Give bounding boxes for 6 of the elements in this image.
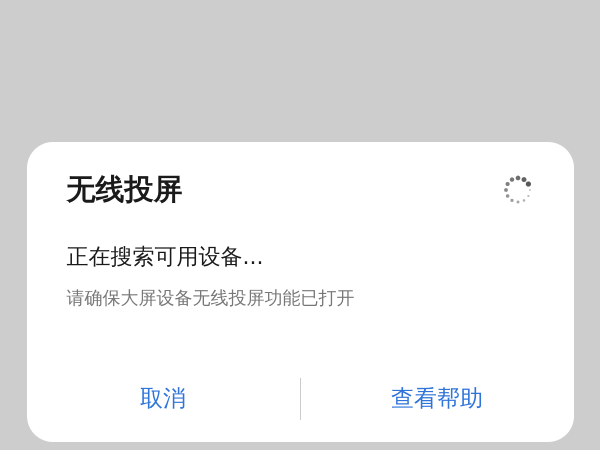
cancel-button[interactable]: 取消 [26, 369, 300, 428]
hint-text: 请确保大屏设备无线投屏功能已打开 [66, 287, 356, 310]
help-button[interactable]: 查看帮助 [300, 369, 574, 428]
loading-spinner-icon [502, 174, 534, 206]
dialog-title: 无线投屏 [66, 171, 182, 208]
status-text: 正在搜索可用设备... [66, 244, 264, 272]
